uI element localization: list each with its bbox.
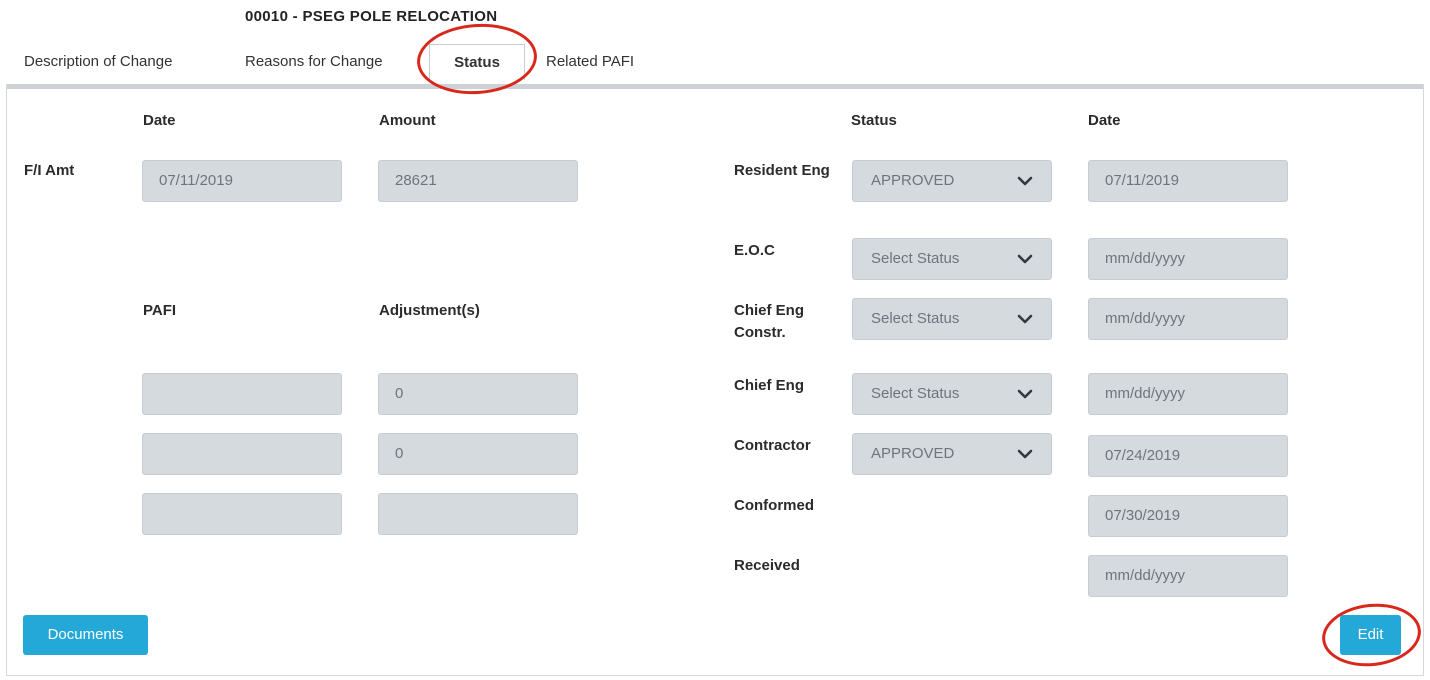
eoc-status-value: Select Status bbox=[871, 250, 960, 267]
tab-description-of-change[interactable]: Description of Change bbox=[24, 44, 172, 80]
chief-eng-constr-date-field[interactable]: mm/dd/yyyy bbox=[1088, 298, 1288, 340]
chevron-down-icon bbox=[1017, 389, 1033, 399]
chevron-down-icon bbox=[1017, 176, 1033, 186]
pafi-header: PAFI bbox=[143, 302, 177, 319]
chevron-down-icon bbox=[1017, 254, 1033, 264]
chief-eng-constr-label: Chief Eng Constr. bbox=[734, 302, 804, 341]
conformed-label: Conformed bbox=[734, 497, 814, 514]
chief-eng-label: Chief Eng bbox=[734, 377, 804, 394]
pafi-field-2[interactable] bbox=[142, 433, 342, 475]
fi-amt-label: F/I Amt bbox=[24, 162, 75, 179]
page-title: 00010 - PSEG POLE RELOCATION bbox=[245, 8, 498, 25]
received-date-field[interactable]: mm/dd/yyyy bbox=[1088, 555, 1288, 597]
chief-eng-status-value: Select Status bbox=[871, 385, 960, 402]
panel-left-border bbox=[6, 84, 7, 676]
chevron-down-icon bbox=[1017, 314, 1033, 324]
adjustment-field-2[interactable]: 0 bbox=[378, 433, 578, 475]
chief-eng-date-field[interactable]: mm/dd/yyyy bbox=[1088, 373, 1288, 415]
contractor-status-select[interactable]: APPROVED bbox=[852, 433, 1052, 475]
eoc-label: E.O.C bbox=[734, 242, 775, 259]
resident-eng-label: Resident Eng bbox=[734, 162, 830, 179]
eoc-status-select[interactable]: Select Status bbox=[852, 238, 1052, 280]
pafi-field-3[interactable] bbox=[142, 493, 342, 535]
chevron-down-icon bbox=[1017, 449, 1033, 459]
received-label: Received bbox=[734, 557, 800, 574]
adjustments-header: Adjustment(s) bbox=[379, 302, 480, 319]
tab-related-pafi[interactable]: Related PAFI bbox=[546, 44, 634, 80]
contractor-label: Contractor bbox=[734, 437, 811, 454]
resident-eng-status-select[interactable]: APPROVED bbox=[852, 160, 1052, 202]
amount-header: Amount bbox=[379, 112, 436, 129]
contractor-status-value: APPROVED bbox=[871, 445, 955, 462]
fi-amount-field[interactable]: 28621 bbox=[378, 160, 578, 202]
date-header: Date bbox=[143, 112, 176, 129]
adjustment-field-3[interactable] bbox=[378, 493, 578, 535]
right-date-header: Date bbox=[1088, 112, 1121, 129]
chief-eng-constr-status-select[interactable]: Select Status bbox=[852, 298, 1052, 340]
tab-status[interactable]: Status bbox=[429, 44, 525, 80]
pafi-field-1[interactable] bbox=[142, 373, 342, 415]
panel-right-border bbox=[1423, 84, 1424, 676]
chief-eng-constr-status-value: Select Status bbox=[871, 310, 960, 327]
panel-bottom-border bbox=[6, 675, 1424, 676]
adjustment-field-1[interactable]: 0 bbox=[378, 373, 578, 415]
eoc-date-field[interactable]: mm/dd/yyyy bbox=[1088, 238, 1288, 280]
documents-button[interactable]: Documents bbox=[23, 615, 148, 655]
chief-eng-status-select[interactable]: Select Status bbox=[852, 373, 1052, 415]
panel-top-border bbox=[6, 84, 1424, 89]
contractor-date-field[interactable]: 07/24/2019 bbox=[1088, 435, 1288, 477]
conformed-date-field[interactable]: 07/30/2019 bbox=[1088, 495, 1288, 537]
resident-eng-status-value: APPROVED bbox=[871, 172, 955, 189]
resident-eng-date-field[interactable]: 07/11/2019 bbox=[1088, 160, 1288, 202]
edit-button[interactable]: Edit bbox=[1340, 615, 1401, 655]
fi-date-field[interactable]: 07/11/2019 bbox=[142, 160, 342, 202]
tab-reasons-for-change[interactable]: Reasons for Change bbox=[245, 44, 383, 80]
status-header: Status bbox=[851, 112, 897, 129]
